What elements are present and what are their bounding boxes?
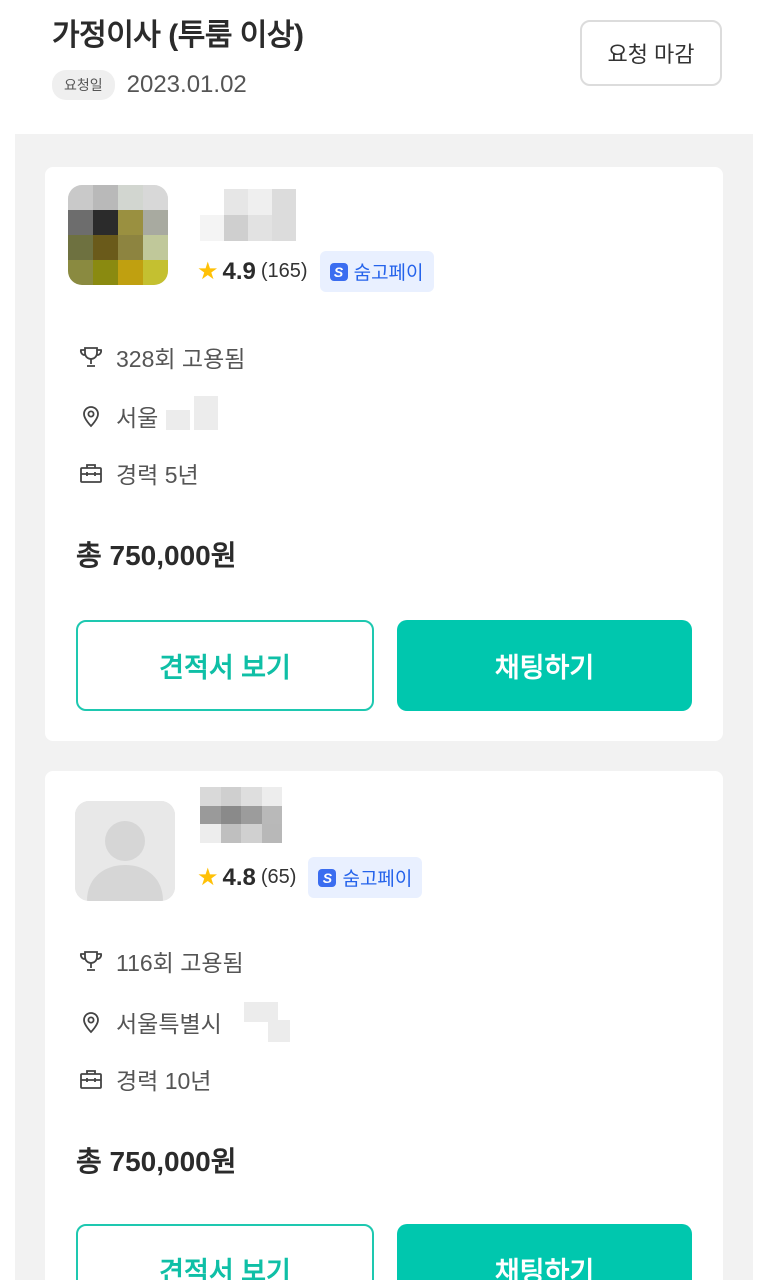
location-text: 서울 xyxy=(116,405,159,431)
review-count: (65) xyxy=(260,866,297,888)
pay-badge: S 숨고페이 xyxy=(308,857,423,898)
avatar[interactable] xyxy=(75,801,175,901)
view-quote-button[interactable]: 견적서 보기 xyxy=(76,620,374,711)
location-row: 서울특별시 xyxy=(78,1002,294,1042)
rating-value: 4.9 xyxy=(222,257,256,285)
request-date-badge: 요청일 xyxy=(52,70,115,100)
total-price: 총 750,000원 xyxy=(76,540,237,571)
total-price: 총 750,000원 xyxy=(76,1146,237,1177)
pay-label: 숨고페이 xyxy=(353,263,424,284)
star-icon: ★ xyxy=(197,257,219,285)
briefcase-icon xyxy=(80,464,102,483)
request-date: 2023.01.02 xyxy=(126,71,247,98)
page-header: 가정이사 (투룸 이상) 요청일 2023.01.02 요청 마감 xyxy=(0,0,771,134)
view-quote-button[interactable]: 견적서 보기 xyxy=(76,1224,374,1280)
briefcase-icon xyxy=(80,1070,102,1089)
chat-button[interactable]: 채팅하기 xyxy=(397,620,692,711)
chat-button[interactable]: 채팅하기 xyxy=(397,1224,692,1280)
close-request-button[interactable]: 요청 마감 xyxy=(580,20,722,86)
pro-name-blurred xyxy=(200,787,282,843)
rating-row: ★ 4.8 (65) S 숨고페이 xyxy=(197,857,423,898)
pay-badge: S 숨고페이 xyxy=(319,251,434,292)
quote-card: ★ 4.8 (65) S 숨고페이 116회 고용됨 서울특별시 경력 10년 … xyxy=(45,771,723,1280)
location-pin-icon xyxy=(83,1012,99,1034)
location-blurred xyxy=(166,396,230,436)
quote-card: ★ 4.9 (165) S 숨고페이 328회 고용됨 서울 경력 5년 총 7… xyxy=(45,167,723,741)
page-title: 가정이사 (투룸 이상) xyxy=(52,19,304,52)
review-count: (165) xyxy=(260,260,308,282)
default-avatar-icon xyxy=(75,801,175,901)
pay-icon: S xyxy=(318,868,337,887)
career-text: 경력 10년 xyxy=(116,1068,212,1094)
request-info: 요청일 2023.01.02 xyxy=(52,70,247,100)
hires-text: 116회 고용됨 xyxy=(116,950,244,976)
star-icon: ★ xyxy=(197,863,219,891)
pay-icon: S xyxy=(329,262,348,281)
rating-value: 4.8 xyxy=(222,863,256,891)
career-row: 경력 5년 xyxy=(78,456,199,490)
rating-row: ★ 4.9 (165) S 숨고페이 xyxy=(197,251,434,292)
trophy-icon xyxy=(80,951,102,971)
pay-label: 숨고페이 xyxy=(342,869,413,890)
hires-row: 116회 고용됨 xyxy=(78,944,244,978)
pro-name-blurred xyxy=(200,189,296,241)
hires-text: 328회 고용됨 xyxy=(116,346,246,372)
hires-row: 328회 고용됨 xyxy=(78,340,245,374)
location-blurred xyxy=(234,1002,294,1042)
avatar[interactable] xyxy=(68,185,168,285)
location-text: 서울특별시 xyxy=(116,1011,222,1037)
location-row: 서울 xyxy=(78,396,230,436)
location-pin-icon xyxy=(83,406,99,428)
trophy-icon xyxy=(80,347,102,367)
career-text: 경력 5년 xyxy=(116,462,199,488)
career-row: 경력 10년 xyxy=(78,1062,211,1096)
